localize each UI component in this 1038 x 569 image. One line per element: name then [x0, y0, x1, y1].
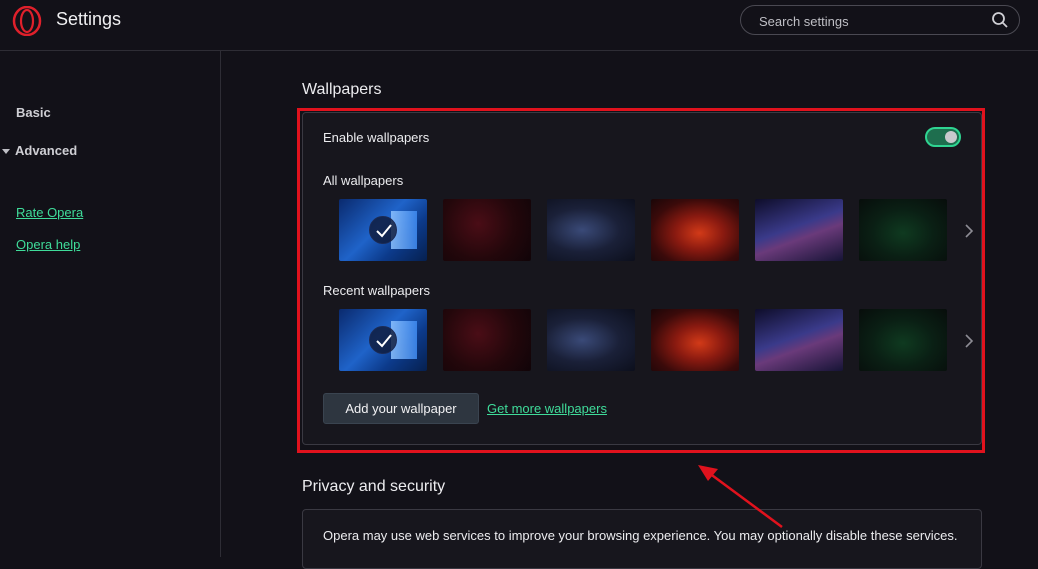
- sidebar-item-advanced[interactable]: Advanced: [0, 143, 200, 161]
- recent-wallpapers-row: [339, 309, 949, 371]
- search-box[interactable]: [740, 5, 1020, 35]
- recent-thumb-windows[interactable]: [339, 309, 427, 371]
- recent-thumb-red-flow[interactable]: [651, 309, 739, 371]
- enable-wallpapers-label: Enable wallpapers: [323, 130, 430, 145]
- wallpaper-thumb-blue-haze[interactable]: [547, 199, 635, 261]
- all-wallpapers-label: All wallpapers: [323, 173, 404, 188]
- top-bar: Settings: [0, 0, 1038, 51]
- sidebar: Basic Advanced Rate Opera Opera help: [0, 51, 221, 557]
- rate-opera-link[interactable]: Rate Opera: [16, 205, 83, 220]
- wallpapers-card: Enable wallpapers All wallpapers Recent …: [302, 112, 982, 445]
- wallpapers-section-title: Wallpapers: [302, 81, 382, 98]
- wallpaper-thumb-red-dust[interactable]: [443, 199, 531, 261]
- search-icon[interactable]: [991, 11, 1009, 29]
- wallpaper-thumb-purple-waves[interactable]: [755, 199, 843, 261]
- privacy-description: Opera may use web services to improve yo…: [323, 528, 958, 543]
- wallpaper-thumb-green-dark[interactable]: [859, 199, 947, 261]
- privacy-section-title: Privacy and security: [302, 478, 446, 495]
- page-title: Settings: [56, 9, 122, 29]
- opera-help-link[interactable]: Opera help: [16, 237, 80, 252]
- search-input[interactable]: [757, 10, 981, 32]
- recent-thumb-red-dust[interactable]: [443, 309, 531, 371]
- privacy-card: Opera may use web services to improve yo…: [302, 509, 982, 569]
- caret-down-icon: [2, 149, 10, 154]
- wallpaper-thumb-windows[interactable]: [339, 199, 427, 261]
- all-wallpapers-row: [339, 199, 949, 261]
- opera-logo-icon: [12, 6, 42, 36]
- add-wallpaper-button[interactable]: Add your wallpaper: [323, 393, 479, 424]
- recent-thumb-blue-haze[interactable]: [547, 309, 635, 371]
- get-more-wallpapers-link[interactable]: Get more wallpapers: [487, 401, 607, 416]
- chevron-right-icon[interactable]: [963, 334, 975, 348]
- enable-wallpapers-toggle[interactable]: [925, 127, 961, 147]
- selected-check-icon: [369, 326, 397, 354]
- chevron-right-icon[interactable]: [963, 224, 975, 238]
- sidebar-item-advanced-label: Advanced: [15, 143, 78, 158]
- recent-wallpapers-label: Recent wallpapers: [323, 283, 430, 298]
- recent-thumb-purple-waves[interactable]: [755, 309, 843, 371]
- wallpaper-thumb-red-flow[interactable]: [651, 199, 739, 261]
- selected-check-icon: [369, 216, 397, 244]
- sidebar-item-basic[interactable]: Basic: [16, 105, 51, 120]
- recent-thumb-green-dark[interactable]: [859, 309, 947, 371]
- toggle-knob: [945, 131, 957, 143]
